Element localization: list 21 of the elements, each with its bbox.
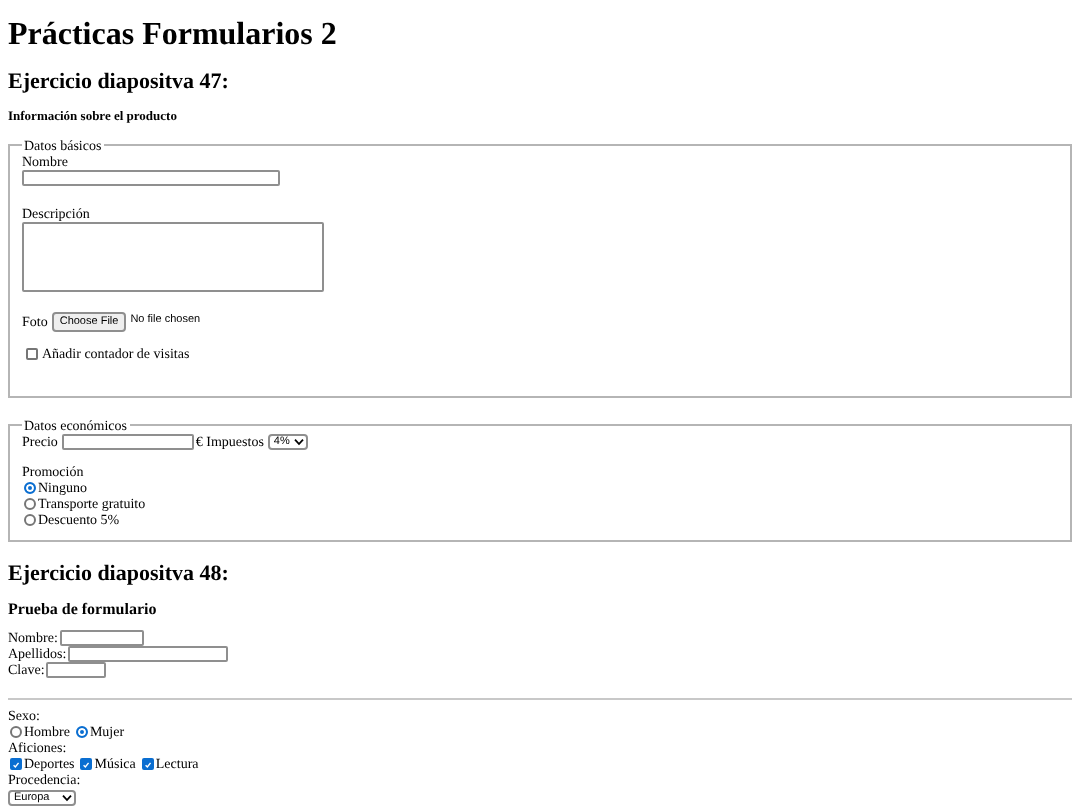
text-input-field[interactable]: [59, 629, 144, 646]
caret-icon: [293, 437, 304, 446]
section-heading: Ejercicio diapositva 47:: [8, 70, 229, 97]
price-input-field[interactable]: [61, 433, 194, 450]
radio-button[interactable]: [24, 513, 36, 526]
description-text-area[interactable]: [22, 221, 324, 292]
checkbox[interactable]: [26, 347, 38, 360]
section-heading: Ejercicio diapositva 48:: [8, 561, 229, 588]
radio-button[interactable]: [24, 481, 36, 494]
checkbox[interactable]: [80, 758, 93, 771]
radio-button[interactable]: [24, 497, 36, 510]
text-input-field[interactable]: [46, 661, 107, 678]
caret-icon: [61, 794, 72, 803]
name-input-field[interactable]: [22, 169, 280, 186]
radio-button[interactable]: [75, 726, 88, 738]
checkbox[interactable]: [141, 758, 154, 771]
checkbox[interactable]: [10, 758, 22, 771]
form-subheading: Prueba de formulario: [8, 599, 157, 618]
text-input-field[interactable]: [68, 645, 229, 662]
radio-button[interactable]: [10, 726, 22, 738]
page-title: Prácticas Formularios 2: [8, 18, 337, 55]
